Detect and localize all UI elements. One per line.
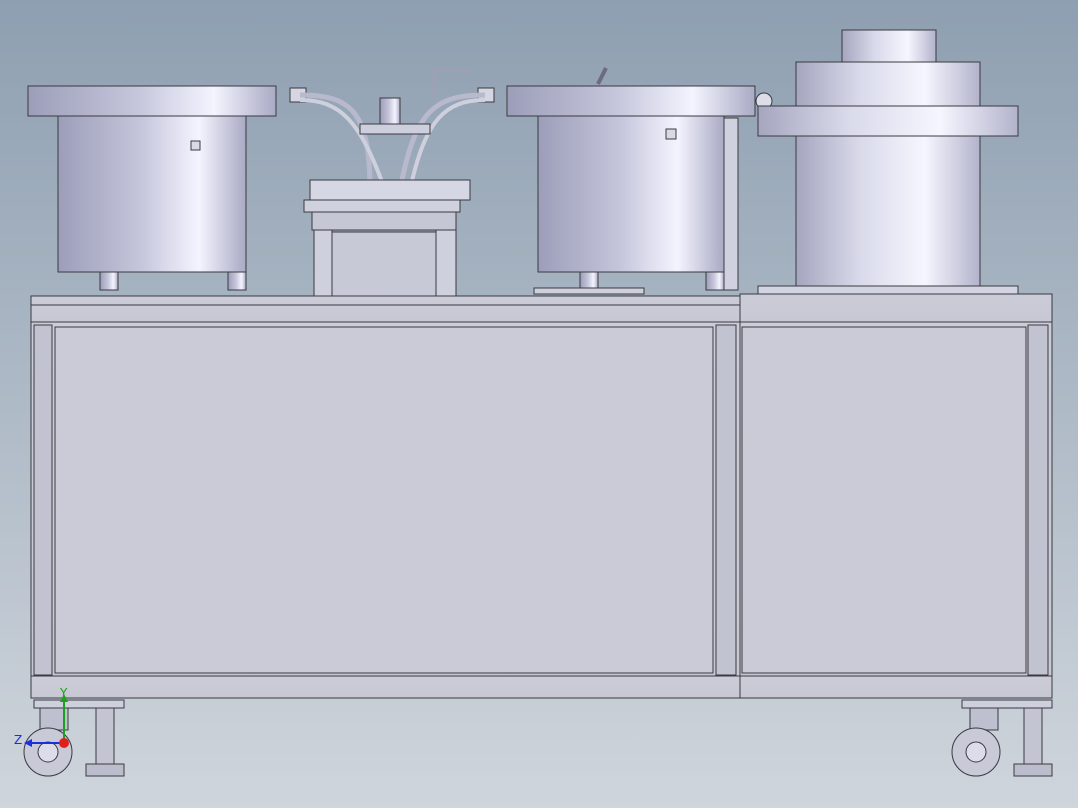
middle-bowl-label-square (665, 128, 677, 140)
triad-x-axis-dot (59, 738, 69, 748)
top-motor (379, 97, 401, 125)
right-caster-fork (969, 707, 999, 731)
left-leveling-stem (95, 707, 115, 765)
hopper-upper (795, 61, 981, 107)
hopper-base-plate (757, 285, 1019, 295)
machine-cabinet (30, 293, 1053, 699)
middle-bowl-foot-right (705, 271, 725, 291)
table-top-left (30, 295, 741, 323)
middle-bowl-foot-left (579, 271, 599, 291)
left-bowl-rim (27, 85, 277, 117)
fixture-block (311, 211, 457, 231)
triad-z-label: Z (14, 733, 22, 747)
side-bracket (723, 117, 739, 291)
machine-assembly-drawing: Y Z (0, 0, 1078, 808)
slide-base (303, 199, 461, 213)
right-caster-plate (961, 699, 1053, 709)
left-leveling-pad (85, 763, 125, 777)
hopper-flange (757, 105, 1019, 137)
left-bowl-foot-right (227, 271, 247, 291)
left-caster-plate (33, 699, 125, 709)
right-leveling-pad (1013, 763, 1053, 777)
middle-bowl-body (537, 115, 725, 273)
support-frame (331, 231, 437, 303)
left-bowl-body (57, 115, 247, 273)
left-caster-hub (37, 741, 59, 763)
cad-viewport[interactable]: Y Z (0, 0, 1078, 808)
right-hopper (757, 29, 1019, 295)
support-column-right (435, 229, 457, 303)
machine (23, 29, 1053, 777)
support-column-left (313, 229, 333, 303)
table-top-right (739, 293, 1053, 323)
cabinet-post-left (33, 324, 53, 676)
middle-bowl-feeder (506, 67, 773, 295)
left-bowl-foot-left (99, 271, 119, 291)
middle-bowl-rim (506, 85, 756, 117)
cabinet-post-mid (715, 324, 737, 676)
top-plate (359, 123, 431, 135)
cabinet-post-right (1027, 324, 1049, 676)
right-leveling-stem (1023, 707, 1043, 765)
middle-bowl-base (533, 287, 645, 295)
right-caster-hub (965, 741, 987, 763)
hopper-body (795, 135, 981, 287)
hopper-cap (841, 29, 937, 63)
left-bowl-label-square (190, 140, 201, 151)
triad-y-label: Y (59, 686, 68, 700)
cabinet-left-panel (54, 326, 714, 674)
slide-table (309, 179, 471, 201)
left-bowl-feeder (27, 85, 277, 291)
cabinet-bottom-rail (30, 675, 1053, 699)
cabinet-right-panel (741, 326, 1027, 674)
